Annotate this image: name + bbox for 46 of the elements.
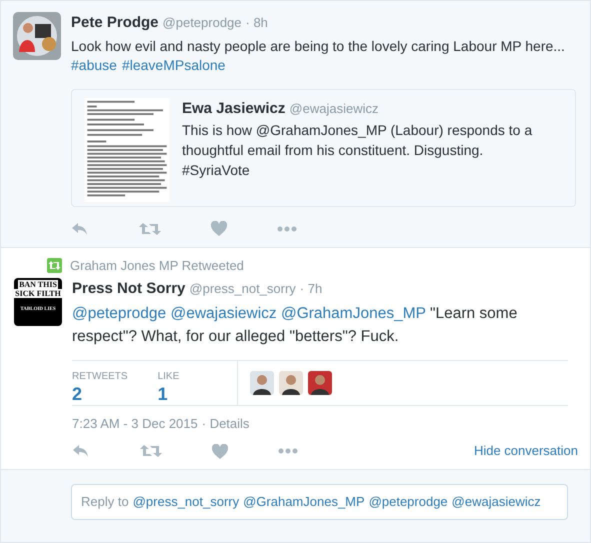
quoted-tweet-text: This is how @GrahamJones_MP (Labour) responds to a thoughtful email from his constituent. Disgusting. #SyriaVote bbox=[182, 121, 534, 180]
tweet-time[interactable]: · 8h bbox=[246, 13, 268, 32]
reply-prefix: Reply to bbox=[81, 493, 129, 512]
stat-count[interactable]: 2 bbox=[72, 384, 128, 404]
hide-conversation-link[interactable]: Hide conversation bbox=[474, 441, 578, 461]
avatar[interactable] bbox=[13, 12, 61, 60]
author-handle[interactable]: @press_not_sorry bbox=[189, 279, 296, 298]
reply-mention: @ewajasiewicz bbox=[452, 493, 541, 512]
author-name[interactable]: Pete Prodge bbox=[71, 12, 159, 34]
author-handle[interactable]: @peteprodge bbox=[162, 13, 242, 32]
tweet-timestamp: 7:23 AM - 3 Dec 2015 bbox=[72, 414, 198, 432]
reply-mention: @press_not_sorry bbox=[132, 493, 240, 512]
heart-icon[interactable] bbox=[212, 444, 228, 458]
avatar-text: SICK FILTH bbox=[14, 289, 62, 298]
more-icon[interactable] bbox=[278, 448, 298, 454]
quoted-author-name[interactable]: Ewa Jasiewicz bbox=[182, 98, 286, 120]
details-link[interactable]: · Details bbox=[202, 414, 250, 433]
hashtag-link[interactable]: #abuse bbox=[71, 56, 117, 74]
retweet-icon[interactable] bbox=[139, 222, 161, 236]
avatar-text: BAN THIS bbox=[18, 280, 58, 289]
reply-field[interactable]: Reply to @press_not_sorry @GrahamJones_MP @peteprodge @ewajasiewicz bbox=[71, 484, 568, 520]
retweet-icon[interactable] bbox=[140, 444, 162, 458]
quoted-author-handle[interactable]: @ewajasiewicz bbox=[289, 98, 378, 118]
reply-icon[interactable] bbox=[72, 444, 90, 458]
more-icon[interactable] bbox=[277, 226, 297, 232]
reply-icon[interactable] bbox=[71, 222, 89, 236]
avatar[interactable] bbox=[308, 370, 332, 394]
avatar[interactable] bbox=[250, 370, 274, 394]
stat-count[interactable]: 1 bbox=[158, 384, 180, 404]
reply-mention: @GrahamJones_MP bbox=[243, 493, 365, 512]
heart-icon[interactable] bbox=[211, 221, 227, 236]
avatar[interactable] bbox=[279, 370, 303, 394]
retweet-badge-icon bbox=[47, 258, 62, 273]
quoted-tweet-card[interactable]: Ewa Jasiewicz @ewajasiewicz This is how @GrahamJones_MP (Labour) responds to a thoughtful email from his constituent. Disgusting. #SyriaVote bbox=[71, 88, 576, 206]
tweet-text: Look how evil and nasty people are being to the lovely caring Labour MP here... bbox=[71, 36, 566, 56]
stat-label[interactable]: RETWEETS bbox=[72, 368, 128, 384]
retweeted-note[interactable]: Graham Jones MP Retweeted bbox=[70, 256, 244, 275]
mention-link[interactable]: @ewajasiewicz bbox=[170, 304, 277, 322]
tweet-time[interactable]: · 7h bbox=[300, 279, 322, 298]
reply-mention: @peteprodge bbox=[368, 493, 448, 512]
mention-link[interactable]: @GrahamJones_MP bbox=[280, 304, 426, 322]
author-name[interactable]: Press Not Sorry bbox=[72, 278, 186, 300]
hashtag-link[interactable]: #leaveMPsalone bbox=[122, 56, 226, 74]
mention-link[interactable]: @peteprodge bbox=[72, 304, 166, 322]
tweet-text: @peteprodge @ewajasiewicz @GrahamJones_MP "Learn some respect"? What, for our alleged "betters"? Fuck. bbox=[72, 304, 518, 346]
stat-label[interactable]: LIKE bbox=[158, 368, 180, 384]
